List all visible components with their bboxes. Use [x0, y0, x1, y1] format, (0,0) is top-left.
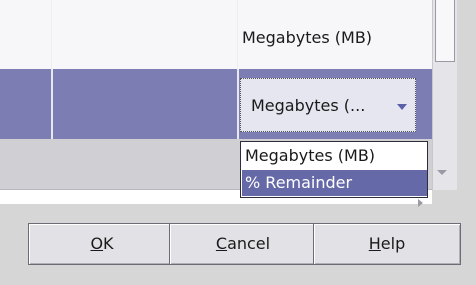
mnemonic-letter: C: [215, 234, 228, 253]
dropdown-option-remainder[interactable]: % Remainder: [242, 170, 427, 196]
table-row[interactable]: Megabytes (MB): [0, 0, 432, 69]
chevron-down-icon[interactable]: [397, 104, 407, 110]
scrollbar-thumb[interactable]: [435, 0, 455, 62]
mnemonic-letter: H: [368, 234, 381, 253]
dropdown-option-megabytes[interactable]: Megabytes (MB): [242, 143, 427, 169]
scroll-down-arrow-icon[interactable]: [437, 170, 447, 175]
unit-combobox[interactable]: Megabytes (...: [240, 78, 416, 132]
button-label: elp: [380, 234, 406, 253]
mnemonic-letter: O: [90, 234, 104, 253]
help-button[interactable]: Help: [313, 223, 461, 265]
cancel-button[interactable]: Cancel: [169, 223, 317, 265]
button-label: K: [103, 234, 114, 253]
unit-cell: Megabytes (MB): [242, 28, 373, 47]
cell-divider: [51, 0, 52, 69]
button-label: ancel: [227, 234, 271, 253]
combobox-value: Megabytes (...: [251, 96, 366, 115]
cell-divider: [51, 69, 53, 139]
scroll-right-arrow-icon[interactable]: [418, 199, 423, 207]
cell-divider: [237, 69, 239, 139]
cell-divider: [237, 0, 238, 69]
unit-dropdown-list: Megabytes (MB) % Remainder: [240, 141, 428, 198]
ok-button[interactable]: OK: [28, 223, 176, 265]
